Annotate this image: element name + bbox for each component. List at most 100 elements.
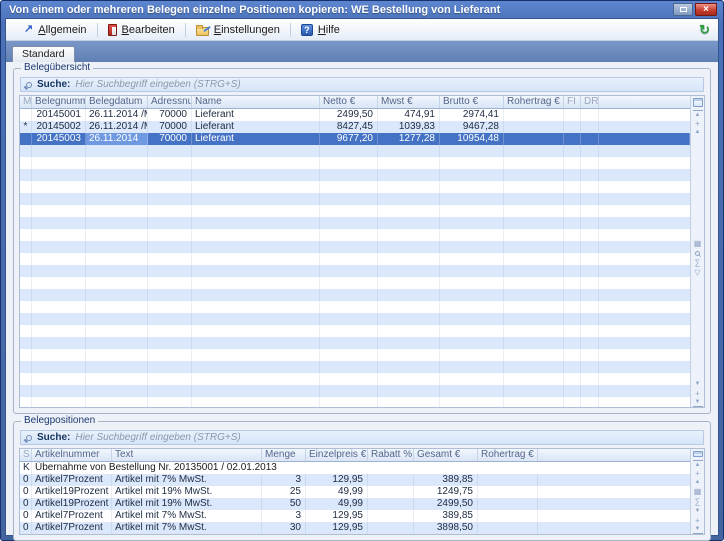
empty-row <box>20 325 690 337</box>
beleg-search-input[interactable]: Suche: Hier Suchbegriff eingeben (STRG+S… <box>20 77 704 92</box>
positionen-grid: SArtikelnummerTextMengeEinzelpreis €Raba… <box>19 448 705 535</box>
column-header-artikelnummer[interactable]: Artikelnummer <box>32 449 112 461</box>
scroll-down-icon[interactable]: ▼ <box>693 380 703 389</box>
tab-standard[interactable]: Standard <box>12 46 75 62</box>
grid-header-row: MBelegnummeBelegdatumAdressnummNameNetto… <box>20 96 690 109</box>
empty-row <box>20 337 690 349</box>
column-header-text[interactable]: Text <box>112 449 262 461</box>
append-row-icon[interactable]: + <box>693 389 703 398</box>
cell-rohertrag <box>478 510 538 522</box>
cell-einzelpreis: 129,95 <box>306 522 368 534</box>
cell-menge: 3 <box>262 474 306 486</box>
cell-rohertrag <box>504 133 564 145</box>
column-header-netto[interactable]: Netto € <box>320 96 378 108</box>
scroll-up-icon[interactable]: ▲ <box>693 478 703 487</box>
grid-settings-icon[interactable]: ▦ <box>693 487 703 497</box>
refresh-button[interactable]: ↻ <box>699 23 710 36</box>
column-header-filler <box>599 96 690 108</box>
cell-einzelpreis: 49,99 <box>306 486 368 498</box>
cell-filler <box>599 109 690 121</box>
hilfe-button[interactable]: ? Hilfe <box>293 20 348 40</box>
restore-button[interactable] <box>673 3 693 16</box>
bearbeiten-button[interactable]: Bearbeiten <box>100 20 183 40</box>
scroll-bottom-icon[interactable]: ▼ <box>693 398 703 407</box>
cell-einzelpreis: 129,95 <box>306 510 368 522</box>
column-header-brutto[interactable]: Brutto € <box>440 96 504 108</box>
column-header-belegnummer[interactable]: Belegnumme <box>32 96 86 108</box>
cell-menge: 50 <box>262 498 306 510</box>
column-header-fi[interactable]: FI <box>564 96 581 108</box>
search-placeholder: Hier Suchbegriff eingeben (STRG+S) <box>75 79 240 90</box>
empty-row <box>20 157 690 169</box>
table-row[interactable]: 0Artikel7ProzentArtikel mit 7% MwSt.3012… <box>20 522 690 534</box>
table-row-selected[interactable]: 2014500326.11.201470000Lieferant9677,201… <box>20 133 690 145</box>
zoom-search-icon[interactable] <box>695 251 700 256</box>
cell-artikelnummer: Artikel19Prozent <box>32 498 112 510</box>
cell-belegdatum: 26.11.2014 <box>86 133 148 145</box>
empty-row <box>20 289 690 301</box>
column-header-adressnummer[interactable]: Adressnumm <box>148 96 192 108</box>
positionen-grid-nav-strip: ▲ + ▲ ▦ ∑ ▼ + ▼ <box>690 449 704 534</box>
table-row[interactable]: 0Artikel19ProzentArtikel mit 19% MwSt.25… <box>20 486 690 498</box>
insert-row-icon[interactable]: + <box>693 119 703 128</box>
column-header-name[interactable]: Name <box>192 96 320 108</box>
cell-menge: 30 <box>262 522 306 534</box>
scroll-up-icon[interactable]: ▲ <box>693 128 703 137</box>
content-area: Belegübersicht Suche: Hier Suchbegriff e… <box>6 62 718 535</box>
table-row[interactable]: KÜbernahme von Bestellung Nr. 20135001 /… <box>20 462 690 474</box>
append-row-icon[interactable]: + <box>693 516 703 525</box>
column-header-einzelpreis[interactable]: Einzelpreis € <box>306 449 368 461</box>
filter-icon[interactable]: ▽ <box>693 268 703 278</box>
app-window: Von einem oder mehreren Belegen einzelne… <box>0 0 724 541</box>
empty-row <box>20 265 690 277</box>
column-header-mwst[interactable]: Mwst € <box>378 96 440 108</box>
refresh-icon: ↻ <box>699 22 710 37</box>
search-placeholder: Hier Suchbegriff eingeben (STRG+S) <box>75 432 240 443</box>
beleg-grid: MBelegnummeBelegdatumAdressnummNameNetto… <box>19 95 705 408</box>
column-header-rabatt[interactable]: Rabatt % <box>368 449 414 461</box>
table-row[interactable]: 0Artikel7ProzentArtikel mit 7% MwSt.3129… <box>20 474 690 486</box>
scroll-top-icon[interactable]: ▲ <box>693 110 703 119</box>
cell-filler <box>599 121 690 133</box>
cell-filler <box>538 486 690 498</box>
column-chooser-icon[interactable] <box>693 98 703 107</box>
close-icon: × <box>703 5 709 15</box>
column-header-rohertrag[interactable]: Rohertrag € <box>478 449 538 461</box>
scroll-down-icon[interactable]: ▼ <box>693 507 703 516</box>
sum-icon[interactable]: ∑ <box>693 497 703 507</box>
column-header-m[interactable]: M <box>20 96 32 108</box>
column-chooser-icon[interactable] <box>693 451 703 457</box>
table-row[interactable]: *2014500226.11.2014 /Mi70000Lieferant842… <box>20 121 690 133</box>
insert-row-icon[interactable]: + <box>693 469 703 478</box>
arrow-up-right-icon: ↗ <box>24 24 33 35</box>
empty-row <box>20 385 690 397</box>
scroll-top-icon[interactable]: ▲ <box>693 460 703 469</box>
column-header-gesamt[interactable]: Gesamt € <box>414 449 478 461</box>
cell-s: 0 <box>20 522 32 534</box>
cell-netto: 8427,45 <box>320 121 378 133</box>
sum-icon[interactable]: ∑ <box>693 258 703 268</box>
empty-row <box>20 361 690 373</box>
column-header-belegdatum[interactable]: Belegdatum <box>86 96 148 108</box>
column-header-s[interactable]: S <box>20 449 32 461</box>
empty-row <box>20 253 690 265</box>
scroll-bottom-icon[interactable]: ▼ <box>693 525 703 534</box>
folder-pencil-icon <box>196 27 209 36</box>
empty-row <box>20 349 690 361</box>
close-button[interactable]: × <box>695 3 717 16</box>
grid-settings-icon[interactable]: ▦ <box>693 239 703 249</box>
cell-fi <box>564 133 581 145</box>
table-row[interactable]: 0Artikel19ProzentArtikel mit 19% MwSt.50… <box>20 498 690 510</box>
column-header-rohertrag[interactable]: Rohertrag € <box>504 96 564 108</box>
cell-name: Lieferant <box>192 109 320 121</box>
positionen-search-input[interactable]: Suche: Hier Suchbegriff eingeben (STRG+S… <box>20 430 704 445</box>
einstellungen-button[interactable]: Einstellungen <box>188 20 288 40</box>
column-header-menge[interactable]: Menge <box>262 449 306 461</box>
allgemein-button[interactable]: ↗ Allgemein <box>16 20 95 40</box>
column-header-dr[interactable]: DR. <box>581 96 599 108</box>
table-row[interactable]: 2014500126.11.2014 /Mi70000Lieferant2499… <box>20 109 690 121</box>
cell-m: * <box>20 121 32 133</box>
cell-rabatt <box>368 498 414 510</box>
cell-fi <box>564 121 581 133</box>
table-row[interactable]: 0Artikel7ProzentArtikel mit 7% MwSt.3129… <box>20 510 690 522</box>
